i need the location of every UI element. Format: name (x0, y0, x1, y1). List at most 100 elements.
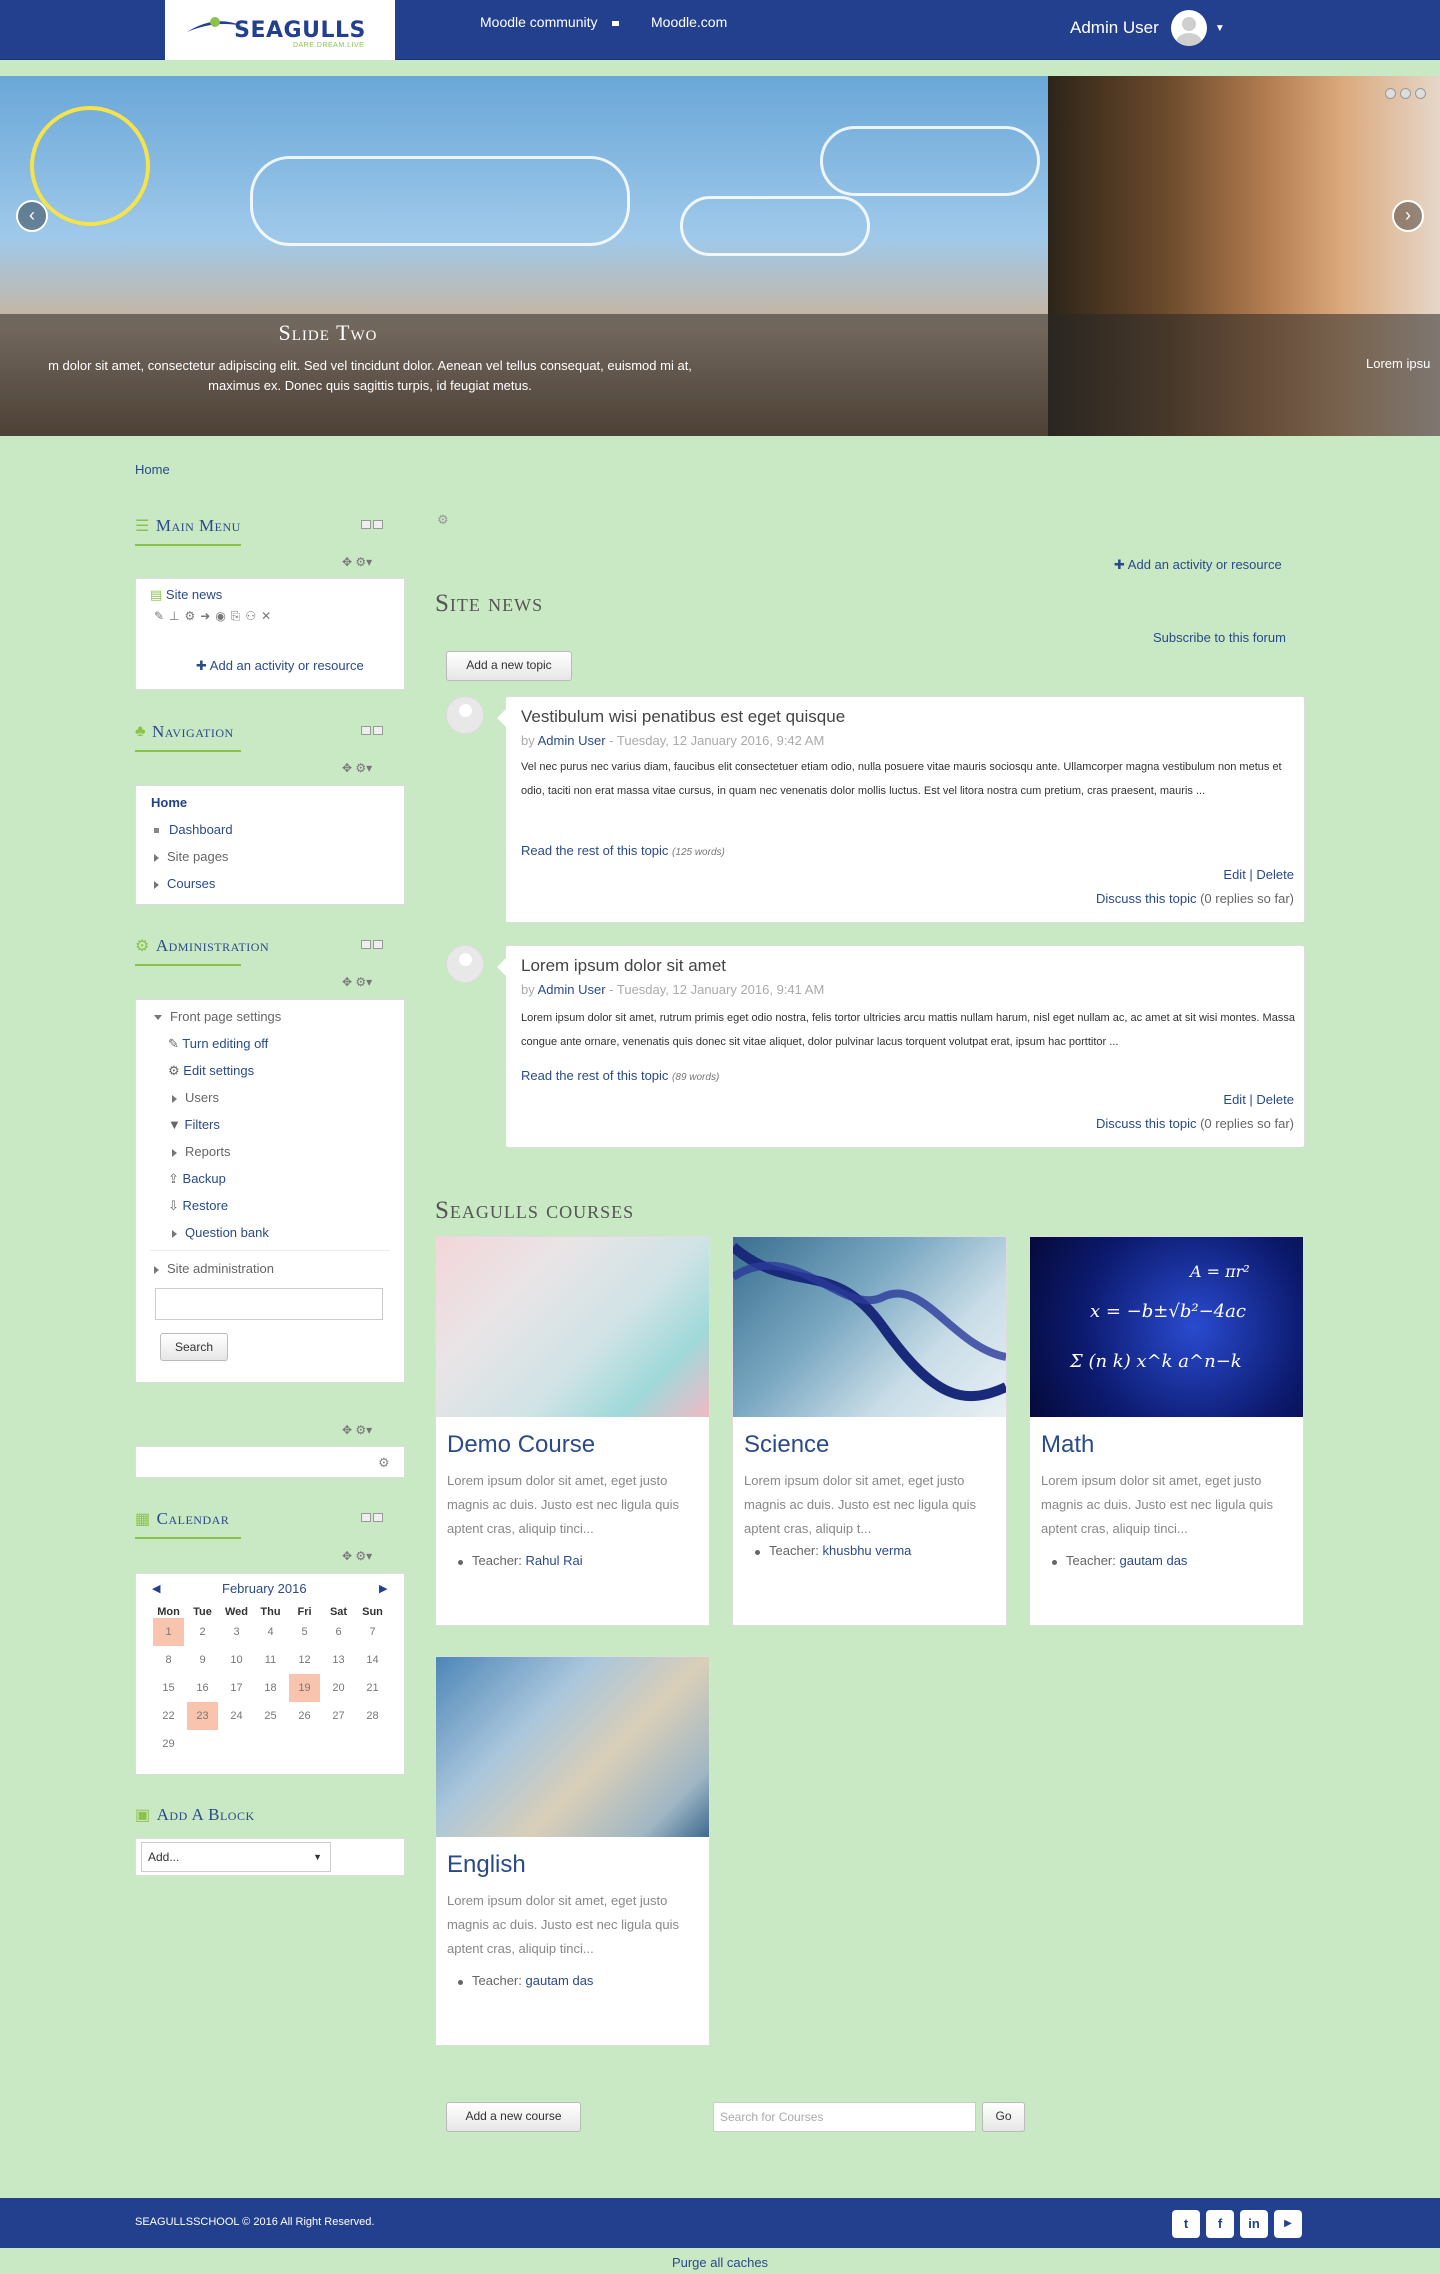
add-block-select[interactable]: Add... ▼ (141, 1842, 331, 1872)
course-name[interactable]: Math (1041, 1431, 1094, 1459)
gear-icon[interactable]: ⚙ (437, 512, 449, 528)
bullet-icon (154, 828, 159, 834)
post-title[interactable]: Lorem ipsum dolor sit amet (521, 956, 726, 976)
calendar-day-event[interactable]: 1 (153, 1618, 184, 1646)
block-dock-controls[interactable] (361, 726, 383, 735)
calendar-icon: ▦ (135, 1511, 151, 1528)
admin-edit-settings[interactable]: ⚙ Edit settings (168, 1063, 254, 1079)
admin-site-administration[interactable]: Site administration (154, 1261, 274, 1276)
minimize-icon[interactable] (361, 940, 371, 949)
course-card[interactable]: English Lorem ipsum dolor sit amet, eget… (435, 1656, 710, 2046)
edit-link[interactable]: Edit (1223, 1092, 1245, 1107)
calendar-day-today[interactable]: 19 (289, 1674, 320, 1702)
nav-moodle-com[interactable]: Moodle.com (651, 14, 727, 30)
calendar-day: 4 (267, 1626, 274, 1638)
dock-icon[interactable] (373, 1513, 383, 1522)
breadcrumb[interactable]: Home (135, 462, 170, 477)
slider-next-button[interactable]: › (1392, 200, 1424, 232)
course-card[interactable]: Science Lorem ipsum dolor sit amet, eget… (729, 1236, 1009, 1626)
discuss-link[interactable]: Discuss this topic (0 replies so far) (1096, 1116, 1294, 1131)
course-card[interactable]: Demo Course Lorem ipsum dolor sit amet, … (435, 1236, 710, 1626)
site-logo[interactable]: SEAGULLS DARE.DREAM.LIVE (165, 0, 395, 60)
purge-caches-link[interactable]: Purge all caches (0, 2255, 1440, 2270)
slider-dots (1385, 88, 1426, 99)
discuss-link[interactable]: Discuss this topic (0 replies so far) (1096, 891, 1294, 906)
move-settings-icon[interactable]: ✥ ⚙▾ (342, 1423, 372, 1437)
next-month-icon[interactable]: ▶ (379, 1582, 387, 1595)
course-card[interactable]: x = −b±√b²−4ac Σ (n k) x^k a^n−k A = πr² M… (1029, 1236, 1304, 1626)
add-topic-button[interactable]: Add a new topic (446, 651, 572, 681)
svg-text:Σ (n k) x^k a^n−k: Σ (n k) x^k a^n−k (1069, 1351, 1242, 1372)
block-dock-controls[interactable] (361, 940, 383, 949)
nav-courses[interactable]: Courses (154, 876, 215, 891)
facebook-icon[interactable]: f (1206, 2210, 1234, 2238)
teacher-link[interactable]: khusbhu verma (823, 1543, 912, 1558)
admin-restore[interactable]: ⇩ Restore (168, 1198, 228, 1214)
nav-site-pages[interactable]: Site pages (154, 849, 228, 864)
chevron-down-icon: ▼ (313, 1852, 322, 1862)
add-course-button[interactable]: Add a new course (446, 2102, 581, 2132)
post-author-link[interactable]: Admin User (538, 733, 606, 748)
empty-block: ⚙ (135, 1446, 405, 1478)
admin-search-button[interactable]: Search (160, 1333, 228, 1361)
course-name[interactable]: Science (744, 1431, 829, 1459)
block-dock-controls[interactable] (361, 1513, 383, 1522)
move-settings-icon[interactable]: ✥ ⚙▾ (342, 1549, 372, 1563)
prev-month-icon[interactable]: ◀ (152, 1582, 160, 1595)
linkedin-icon[interactable]: in (1240, 2210, 1268, 2238)
calendar-month[interactable]: February 2016 (222, 1581, 307, 1596)
nav-dashboard[interactable]: Dashboard (154, 822, 233, 837)
slider-dot[interactable] (1385, 88, 1396, 99)
admin-question-bank[interactable]: Question bank (172, 1225, 269, 1240)
course-name[interactable]: Demo Course (447, 1431, 595, 1459)
edit-action-icons[interactable]: ✎⊥⚙➜◉⎘⚇✕ (154, 609, 276, 624)
admin-front-page-settings[interactable]: Front page settings (154, 1009, 281, 1024)
teacher-link[interactable]: gautam das (526, 1973, 594, 1988)
nav-moodle-community[interactable]: Moodle community (480, 14, 598, 30)
minimize-icon[interactable] (361, 520, 371, 529)
admin-backup[interactable]: ⇪ Backup (168, 1171, 226, 1187)
read-more-link[interactable]: Read the rest of this topic (89 words) (521, 1068, 719, 1083)
move-settings-icon[interactable]: ✥ ⚙▾ (342, 975, 372, 989)
slider-dot[interactable] (1400, 88, 1411, 99)
teacher-link[interactable]: gautam das (1120, 1553, 1188, 1568)
move-settings-icon[interactable]: ✥ ⚙▾ (342, 555, 372, 569)
minimize-icon[interactable] (361, 1513, 371, 1522)
user-menu[interactable]: Admin User ▼ (1070, 10, 1225, 46)
course-name[interactable]: English (447, 1851, 526, 1879)
dock-icon[interactable] (373, 940, 383, 949)
admin-search-input[interactable] (155, 1288, 383, 1320)
nav-home[interactable]: Home (151, 795, 187, 810)
svg-text:A = πr²: A = πr² (1188, 1262, 1250, 1281)
site-news-link[interactable]: ▤ Site news (150, 587, 222, 603)
youtube-icon[interactable]: ▶ (1274, 2210, 1302, 2238)
slider-prev-button[interactable]: ‹ (16, 200, 48, 232)
admin-filters[interactable]: ▼ Filters (168, 1117, 220, 1132)
calendar-day-event[interactable]: 23 (187, 1702, 218, 1730)
add-activity-link[interactable]: ✚ Add an activity or resource (196, 658, 364, 674)
subscribe-link[interactable]: Subscribe to this forum (1153, 630, 1286, 645)
delete-link[interactable]: Delete (1256, 867, 1294, 882)
nav-label: Dashboard (169, 822, 233, 837)
move-settings-icon[interactable]: ✥ ⚙▾ (342, 761, 372, 775)
post-title[interactable]: Vestibulum wisi penatibus est eget quisq… (521, 707, 845, 727)
read-more-link[interactable]: Read the rest of this topic (125 words) (521, 843, 725, 858)
teacher-link[interactable]: Rahul Rai (526, 1553, 583, 1568)
admin-reports[interactable]: Reports (172, 1144, 231, 1159)
dock-icon[interactable] (373, 726, 383, 735)
admin-users[interactable]: Users (172, 1090, 219, 1105)
block-title-text: Add A Block (156, 1805, 255, 1824)
block-dock-controls[interactable] (361, 520, 383, 529)
admin-turn-editing-off[interactable]: ✎ Turn editing off (168, 1036, 268, 1052)
twitter-icon[interactable]: t (1172, 2210, 1200, 2238)
slider-dot[interactable] (1415, 88, 1426, 99)
delete-link[interactable]: Delete (1256, 1092, 1294, 1107)
course-search-input[interactable]: Search for Courses (713, 2102, 976, 2132)
course-search-go-button[interactable]: Go (982, 2102, 1025, 2132)
add-activity-link-main[interactable]: ✚ Add an activity or resource (1114, 557, 1282, 573)
gear-icon[interactable]: ⚙ (378, 1455, 390, 1471)
minimize-icon[interactable] (361, 726, 371, 735)
edit-link[interactable]: Edit (1223, 867, 1245, 882)
post-author-link[interactable]: Admin User (538, 982, 606, 997)
dock-icon[interactable] (373, 520, 383, 529)
